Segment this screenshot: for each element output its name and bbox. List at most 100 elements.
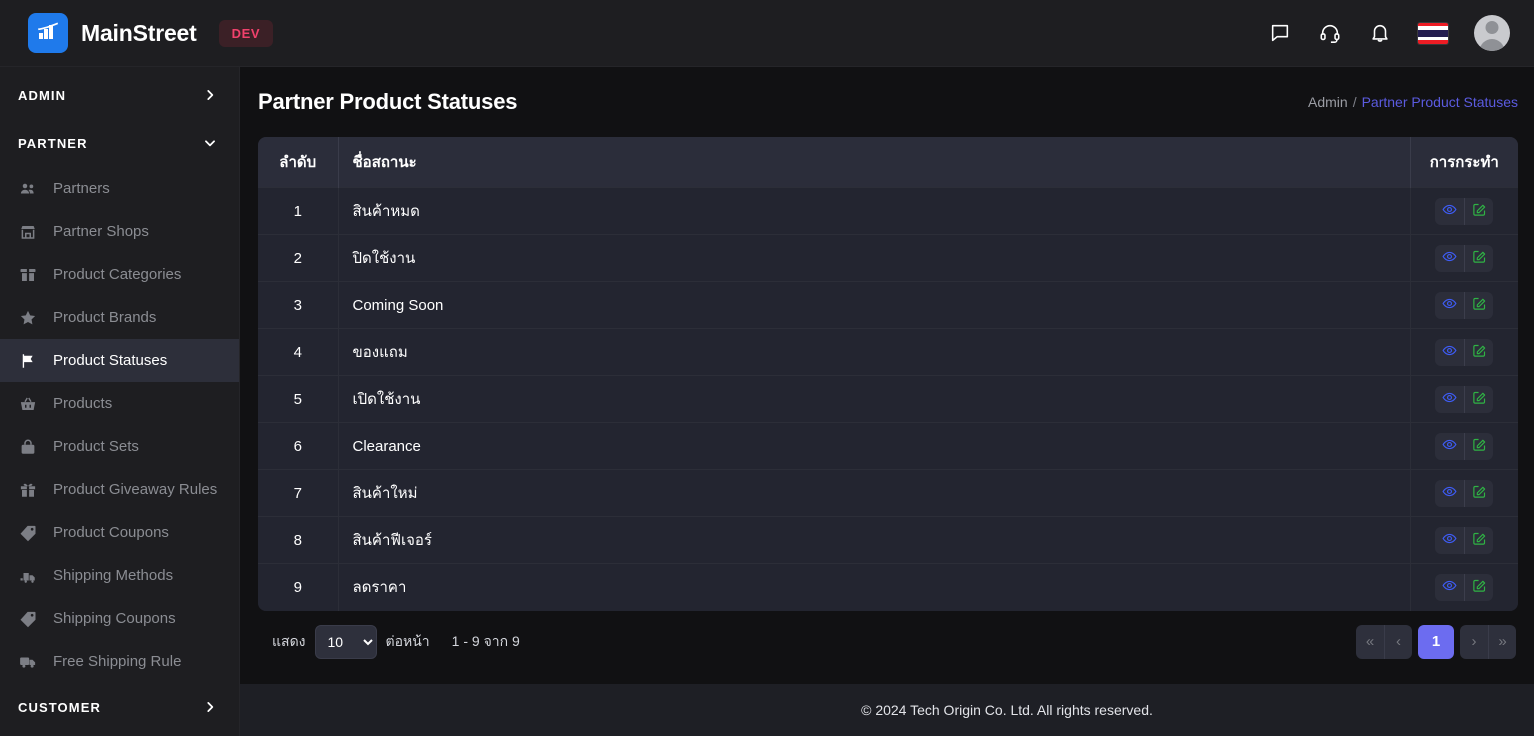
table-footer: แสดง 102550100 ต่อหน้า 1 - 9 จาก 9 « ‹ 1… (258, 611, 1518, 673)
cell-actions (1410, 234, 1518, 282)
table-head: ลำดับ ชื่อสถานะ การกระทำ (258, 137, 1518, 188)
sidebar-item-partners[interactable]: Partners (0, 167, 239, 210)
pagination-next-group: › » (1460, 624, 1516, 659)
page-title: Partner Product Statuses (258, 89, 518, 114)
table-row: 4 ของแถม (258, 328, 1518, 376)
bell-icon[interactable] (1368, 21, 1392, 45)
page-footer: © 2024 Tech Origin Co. Ltd. All rights r… (240, 684, 1534, 736)
cell-status-name: เปิดใช้งาน (338, 375, 1411, 423)
view-button[interactable] (1435, 292, 1464, 319)
sidebar-section-customer[interactable]: CUSTOMER (0, 683, 239, 731)
chat-icon[interactable] (1268, 21, 1292, 45)
table-row: 7 สินค้าใหม่ (258, 469, 1518, 517)
breadcrumb-separator: / (1352, 94, 1357, 110)
sidebar-item-product-giveaway-rules[interactable]: Product Giveaway Rules (0, 468, 239, 511)
cell-actions (1410, 281, 1518, 329)
breadcrumb-current[interactable]: Partner Product Statuses (1362, 94, 1518, 110)
view-button[interactable] (1435, 245, 1464, 272)
cell-status-name: Clearance (338, 422, 1411, 470)
store-icon (18, 223, 38, 241)
sidebar-item-product-statuses[interactable]: Product Statuses (0, 339, 239, 382)
last-page-button[interactable]: » (1488, 624, 1516, 659)
edit-button[interactable] (1464, 338, 1493, 366)
sidebar-item-product-categories[interactable]: Product Categories (0, 253, 239, 296)
cell-status-name: Coming Soon (338, 281, 1411, 329)
pencil-square-icon (1472, 343, 1487, 362)
sidebar-item-products[interactable]: Products (0, 382, 239, 425)
breadcrumb: Admin / Partner Product Statuses (1308, 94, 1518, 110)
edit-button[interactable] (1464, 197, 1493, 225)
sidebar-section-admin[interactable]: ADMIN (0, 71, 239, 119)
sidebar-item-partner-shops[interactable]: Partner Shops (0, 210, 239, 253)
table-row: 8 สินค้าฟีเจอร์ (258, 516, 1518, 564)
sidebar-section-partner[interactable]: PARTNER (0, 119, 239, 167)
thai-flag-icon[interactable] (1418, 22, 1448, 44)
view-button[interactable] (1435, 527, 1464, 554)
sidebar-item-product-brands[interactable]: Product Brands (0, 296, 239, 339)
sidebar-section-customer-label: CUSTOMER (18, 699, 101, 715)
column-header-actions: การกระทำ (1410, 137, 1518, 188)
eye-icon (1442, 484, 1457, 503)
sidebar-section-admin-label: ADMIN (18, 87, 67, 103)
cell-actions (1410, 375, 1518, 423)
next-page-button[interactable]: › (1460, 625, 1488, 659)
sidebar: ADMIN PARTNER Partners Partner Shops Pro… (0, 67, 240, 736)
pencil-square-icon (1472, 484, 1487, 503)
pencil-square-icon (1472, 390, 1487, 409)
tag-icon (18, 610, 38, 628)
sidebar-item-label: Product Categories (53, 266, 182, 283)
edit-button[interactable] (1464, 385, 1493, 413)
edit-button[interactable] (1464, 573, 1493, 601)
box-icon (18, 266, 38, 284)
row-action-group (1435, 385, 1494, 413)
page-number-button-1[interactable]: 1 (1418, 624, 1454, 659)
eye-icon (1442, 296, 1457, 315)
edit-button[interactable] (1464, 432, 1493, 460)
table-row: 6 Clearance (258, 422, 1518, 470)
view-button[interactable] (1435, 480, 1464, 507)
view-button[interactable] (1435, 386, 1464, 413)
flag-icon (18, 352, 38, 370)
sidebar-item-product-coupons[interactable]: Product Coupons (0, 511, 239, 554)
row-action-group (1435, 338, 1494, 366)
eye-icon (1442, 578, 1457, 597)
edit-button[interactable] (1464, 479, 1493, 507)
edit-button[interactable] (1464, 291, 1493, 319)
topbar-actions (1268, 15, 1510, 51)
cell-index: 2 (258, 234, 339, 282)
per-page-select[interactable]: 102550100 (314, 624, 377, 659)
row-action-group (1435, 244, 1494, 272)
prev-page-button[interactable]: ‹ (1384, 624, 1412, 659)
pagination-prev-group: « ‹ (1356, 624, 1412, 659)
cell-index: 1 (258, 187, 339, 235)
view-button[interactable] (1435, 433, 1464, 460)
sidebar-item-free-shipping-rule[interactable]: Free Shipping Rule (0, 640, 239, 683)
breadcrumb-root[interactable]: Admin (1308, 94, 1348, 110)
first-page-button[interactable]: « (1356, 625, 1384, 659)
page-header: Partner Product Statuses Admin / Partner… (240, 67, 1534, 137)
sidebar-item-label: Product Giveaway Rules (53, 481, 218, 498)
cell-actions (1410, 563, 1518, 611)
sidebar-item-product-sets[interactable]: Product Sets (0, 425, 239, 468)
cell-index: 8 (258, 516, 339, 564)
tag-icon (18, 524, 38, 542)
brand-name: MainStreet (81, 19, 197, 46)
view-button[interactable] (1435, 339, 1464, 366)
cell-actions (1410, 422, 1518, 470)
sidebar-item-shipping-coupons[interactable]: Shipping Coupons (0, 597, 239, 640)
pencil-square-icon (1472, 437, 1487, 456)
sidebar-item-shipping-methods[interactable]: Shipping Methods (0, 554, 239, 597)
edit-button[interactable] (1464, 526, 1493, 554)
view-button[interactable] (1435, 198, 1464, 225)
env-badge: DEV (218, 19, 274, 47)
brand-logo[interactable]: MainStreet (28, 13, 197, 53)
sidebar-item-label: Product Coupons (53, 524, 169, 541)
row-action-group (1435, 479, 1494, 507)
view-button[interactable] (1435, 574, 1464, 601)
edit-button[interactable] (1464, 244, 1493, 272)
sidebar-item-label: Partner Shops (53, 223, 149, 240)
row-action-group (1435, 291, 1494, 319)
avatar[interactable] (1474, 15, 1510, 51)
support-headset-icon[interactable] (1318, 21, 1342, 45)
result-range-text: 1 - 9 จาก 9 (451, 632, 520, 649)
